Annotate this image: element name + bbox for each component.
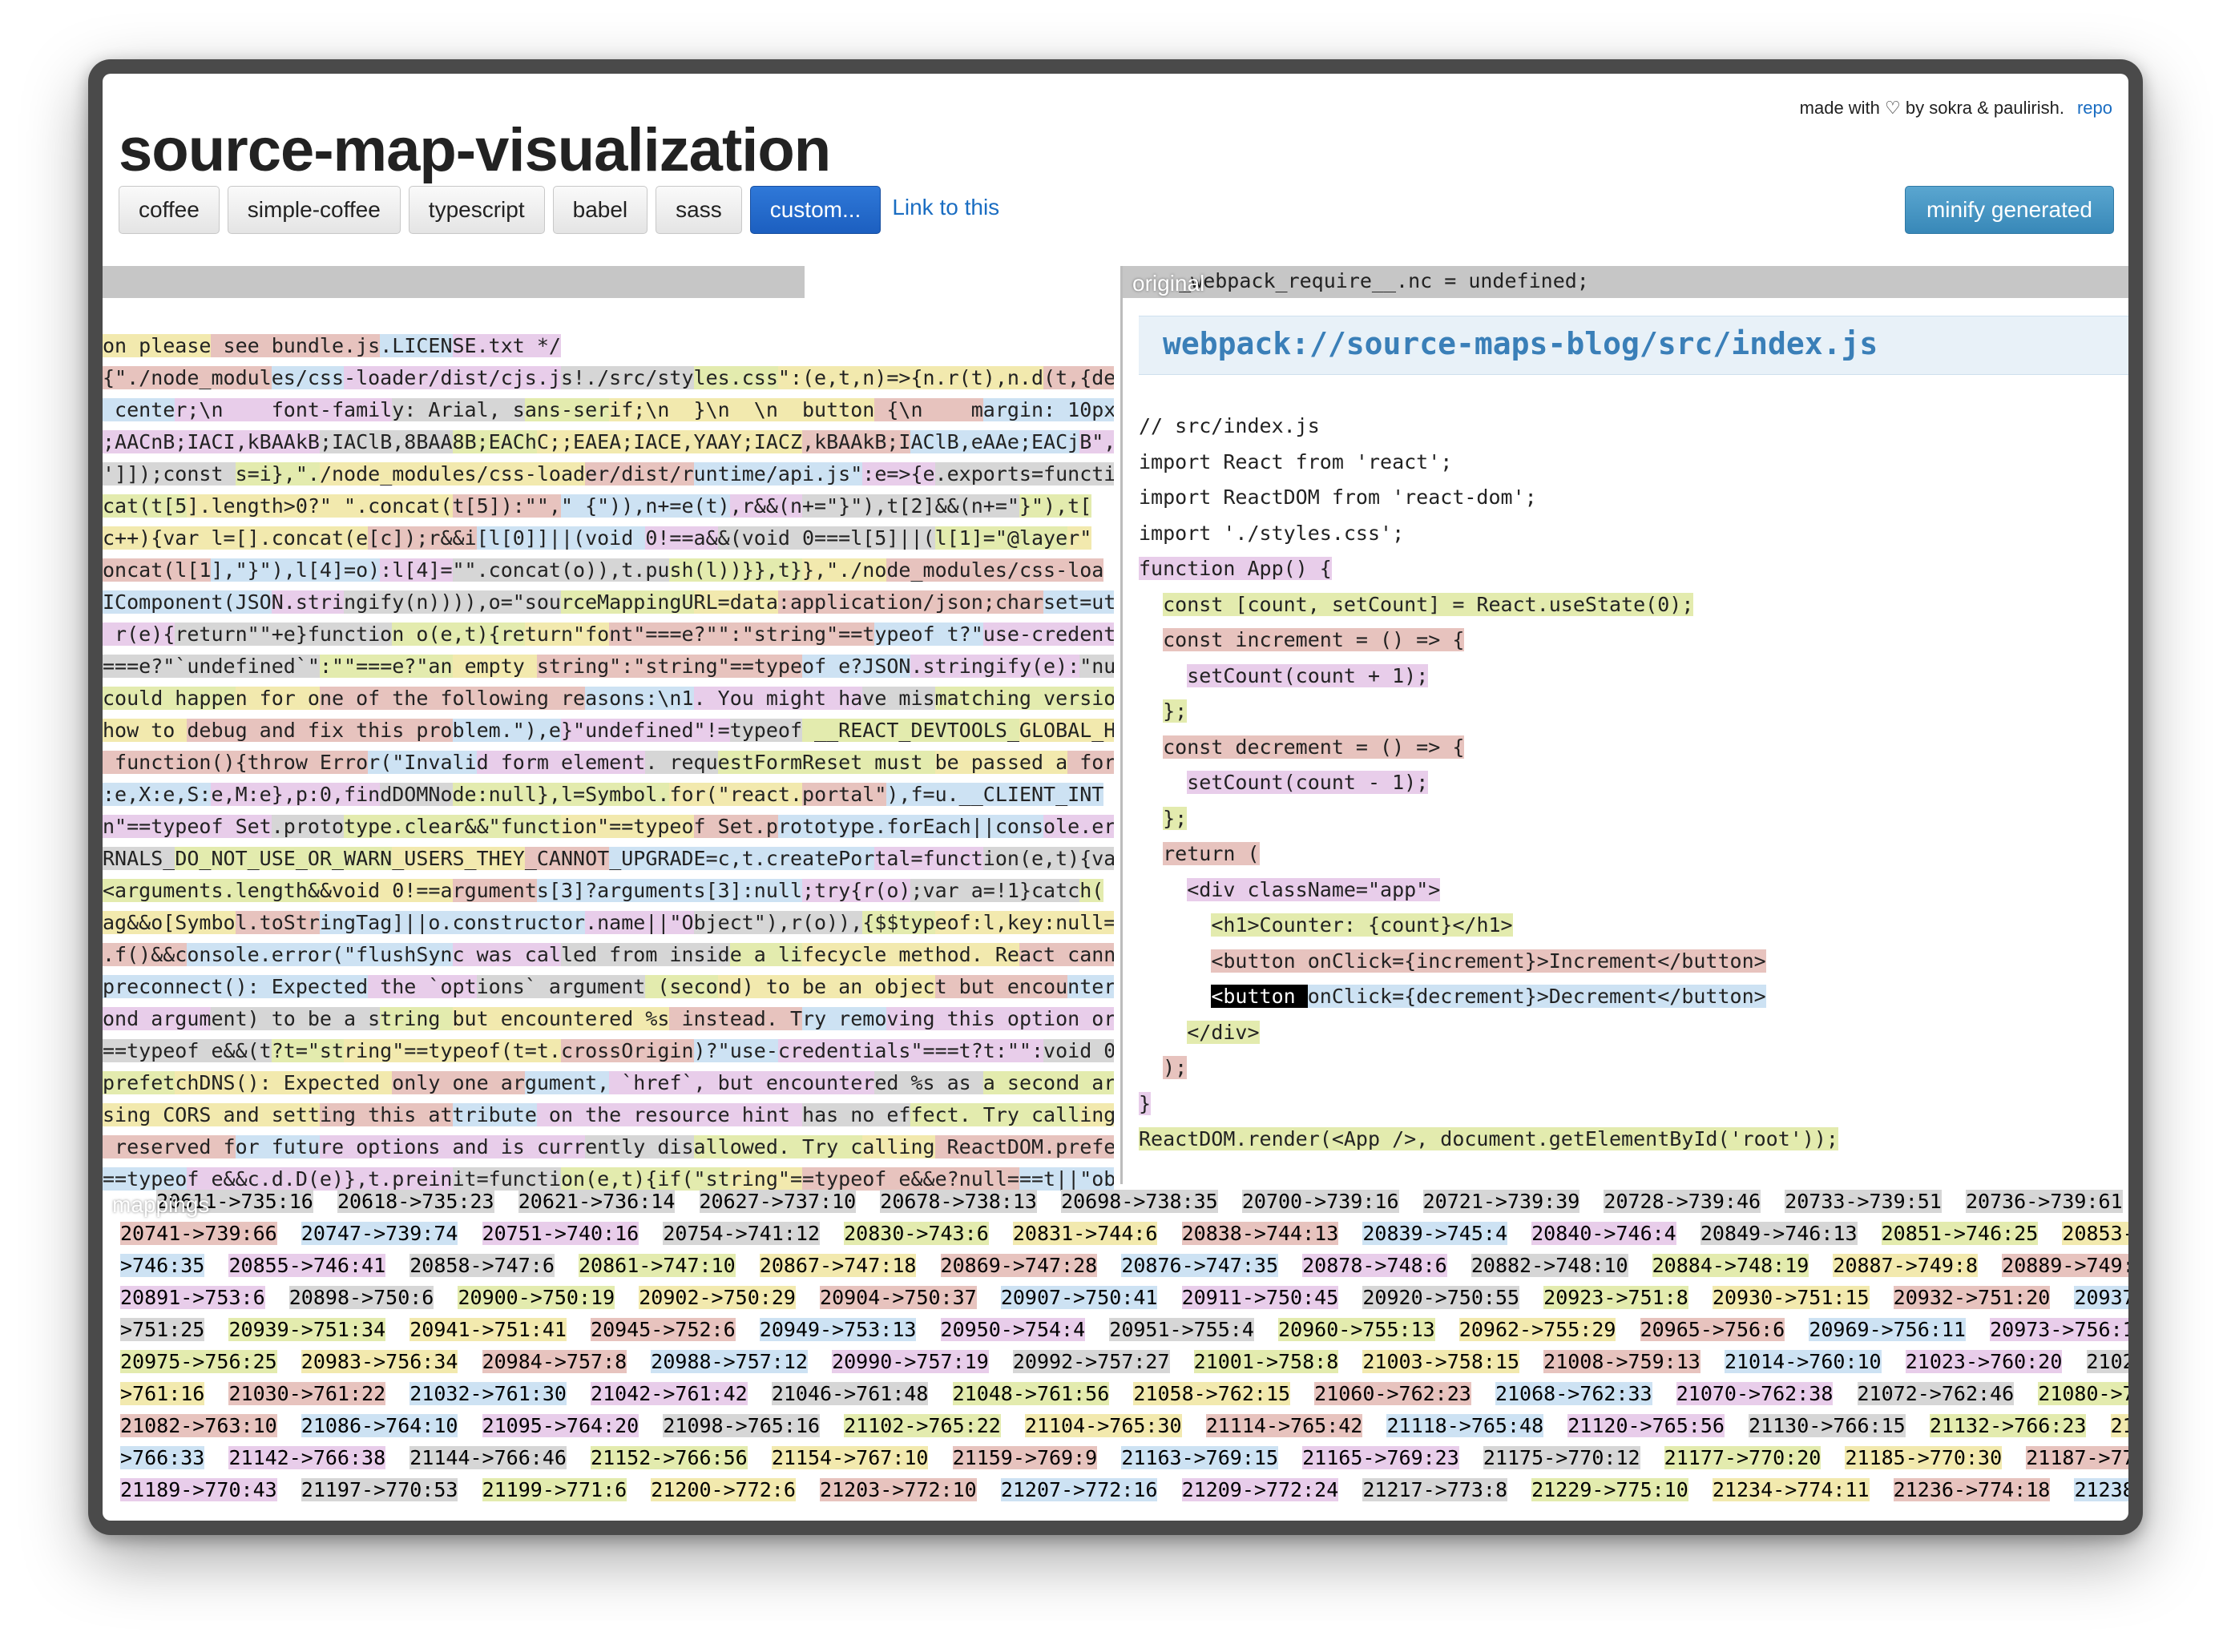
original-line: <button onClick={increment}>Increment</b…: [1211, 949, 1766, 973]
original-line: </div>: [1187, 1020, 1260, 1044]
original-pane[interactable]: _webpack_require__.nc = undefined; origi…: [1120, 266, 2128, 1184]
generated-line: n"==typeof Set.prototype.clear&&"functio…: [103, 811, 1114, 843]
generated-line: could happen for one of the following re…: [103, 683, 1114, 715]
mapping-line: >746:35 20855->746:41 20858->747:6 20861…: [120, 1250, 2128, 1282]
generated-line: cat(t[5].length>0?" ".concat(t[5]):""," …: [103, 494, 1092, 518]
original-line: function App() {: [1139, 557, 1332, 580]
generated-line: prefetchDNS(): Expected only one argumen…: [103, 1067, 1114, 1099]
coffee-button[interactable]: coffee: [119, 186, 220, 234]
minify-generated-button[interactable]: minify generated: [1904, 186, 2114, 234]
original-code: // src/index.js import React from 'react'…: [1139, 409, 1838, 1158]
mapping-line: 21189->770:43 21197->770:53 21199->771:6…: [120, 1474, 2128, 1506]
generated-line: function(){throw Error("Invalid form ele…: [103, 747, 1114, 779]
mapping-line: 20891->753:6 20898->750:6 20900->750:19 …: [120, 1282, 2128, 1314]
sass-button[interactable]: sass: [656, 186, 742, 234]
original-file-name: webpack://source-maps-blog/src/index.js: [1163, 326, 1878, 361]
original-line: import ReactDOM from 'react-dom';: [1139, 486, 1537, 509]
original-line: const decrement = () => {: [1163, 735, 1465, 759]
original-line: <button onClick={decrement}>Decrement</b…: [1211, 985, 1766, 1008]
credit-text: made with ♡ by sokra & paulirish.: [1799, 98, 2064, 118]
generated-line: ond argument) to be a string but encount…: [103, 1003, 1114, 1035]
original-line: // src/index.js: [1139, 414, 1320, 437]
original-line: };: [1163, 699, 1188, 723]
mapping-line: >766:33 21142->766:38 21144->766:46 2115…: [120, 1442, 2128, 1474]
page-title: source-map-visualization: [119, 116, 831, 184]
generated-line: ag&&o[Symbol.toStringTag]||o.constructor…: [103, 907, 1114, 939]
mappings-pane[interactable]: 20611->735:16 20618->735:23 20621->736:1…: [103, 1186, 2128, 1521]
mapping-line: 20611->735:16 20618->735:23 20621->736:1…: [156, 1190, 2123, 1213]
generated-line: oncat(l[1],"}"),l[4]=o):l[4]="".concat(o…: [103, 558, 1104, 582]
generated-line: r(e){return""+e}function o(e,t){return"f…: [103, 618, 1114, 651]
generated-line: .f()&&console.error("flushSync was calle…: [103, 939, 1114, 971]
generated-line: IComponent(JSON.stringify(n)))),o="sourc…: [103, 586, 1114, 618]
mapping-line: 20741->739:66 20747->739:74 20751->740:1…: [120, 1218, 2128, 1250]
generated-line: ===e?"`undefined`":""===e?"an empty stri…: [103, 651, 1114, 683]
credit-line: made with ♡ by sokra & paulirish. repo: [1800, 98, 2112, 119]
generated-line: c++){var l=[].concat(e[c]);r&&i[l[0]]||(…: [103, 526, 1092, 550]
generated-line: {"./node_modules/css-loader/dist/cjs.js!…: [103, 362, 1114, 394]
generated-line: ==typeof e&&(t?t="string"==typeof(t=t.cr…: [103, 1035, 1114, 1067]
generated-line: RNALS_DO_NOT_USE_OR_WARN_USERS_THEY_CANN…: [103, 843, 1114, 875]
generated-line: ;AACnB;IACI,kBAAkB;IAClB,8BAA8B;EAChC;;E…: [103, 426, 1114, 458]
babel-button[interactable]: babel: [552, 186, 648, 234]
page: source-map-visualization made with ♡ by …: [103, 74, 2128, 1521]
generated-line: ']]);const s=i},"./node_modules/css-load…: [103, 458, 1114, 490]
mapping-line: 21082->763:10 21086->764:10 21095->764:2…: [120, 1410, 2128, 1442]
original-line: );: [1163, 1056, 1188, 1079]
generated-line: :e,X:e,S:e,M:e},p:0,findDOMNode:null},l=…: [103, 783, 1104, 806]
custom-button[interactable]: custom...: [749, 186, 882, 234]
original-line: setCount(count + 1);: [1187, 663, 1429, 687]
mappings-list: 20611->735:16 20618->735:23 20621->736:1…: [120, 1186, 2128, 1506]
generated-scrollbar-bar: [103, 266, 805, 298]
repo-link[interactable]: repo: [2077, 98, 2112, 118]
original-line: ReactDOM.render(<App />, document.getEle…: [1139, 1127, 1838, 1150]
mappings-label: mappings: [112, 1192, 210, 1217]
mapping-line: >751:25 20939->751:34 20941->751:41 2094…: [120, 1314, 2128, 1346]
original-line: }: [1139, 1091, 1152, 1115]
original-label: original: [1132, 271, 1205, 296]
generated-pane[interactable]: on please see bundle.js.LICENSE.txt */ {"…: [103, 266, 1114, 1203]
window-frame: source-map-visualization made with ♡ by …: [88, 59, 2143, 1535]
original-line: const increment = () => {: [1163, 628, 1465, 651]
generated-line: preconnect(): Expected the `options` arg…: [103, 971, 1114, 1003]
mapping-line: 20975->756:25 20983->756:34 20984->757:8…: [120, 1346, 2128, 1378]
original-top-line: _webpack_require__.nc = undefined;: [1155, 269, 1589, 292]
original-line: import './styles.css';: [1139, 521, 1405, 545]
generated-line: reserved for future options and is curre…: [103, 1131, 1114, 1163]
original-line: const [count, setCount] = React.useState…: [1163, 592, 1694, 616]
generated-line: <arguments.length&&void 0!==arguments[3]…: [103, 879, 1104, 902]
original-file-header: webpack://source-maps-blog/src/index.js: [1139, 316, 2128, 375]
link-to-this[interactable]: Link to this: [892, 195, 999, 220]
generated-line: on please see bundle.js.LICENSE.txt */: [103, 334, 561, 357]
original-line: return (: [1163, 842, 1260, 865]
original-header-bar: _webpack_require__.nc = undefined; origi…: [1123, 266, 2128, 298]
generated-line: how to debug and fix this problem."),e}"…: [103, 715, 1114, 747]
original-line: import React from 'react';: [1139, 449, 1453, 473]
generated-line: sing CORS and setting this attribute on …: [103, 1099, 1114, 1131]
original-line: <h1>Counter: {count}</h1>: [1211, 913, 1513, 937]
simple-coffee-button[interactable]: simple-coffee: [227, 186, 401, 234]
generated-code: on please see bundle.js.LICENSE.txt */ {"…: [103, 330, 1114, 1195]
original-line: <div className="app">: [1187, 877, 1441, 901]
typescript-button[interactable]: typescript: [408, 186, 545, 234]
original-line: };: [1163, 806, 1188, 830]
example-buttons: coffee simple-coffee typescript babel sa…: [119, 186, 999, 234]
mapping-line: >761:16 21030->761:22 21032->761:30 2104…: [120, 1378, 2128, 1410]
generated-line: center;\n font-family: Arial, sans-serif…: [103, 394, 1114, 426]
original-line: setCount(count - 1);: [1187, 771, 1429, 794]
